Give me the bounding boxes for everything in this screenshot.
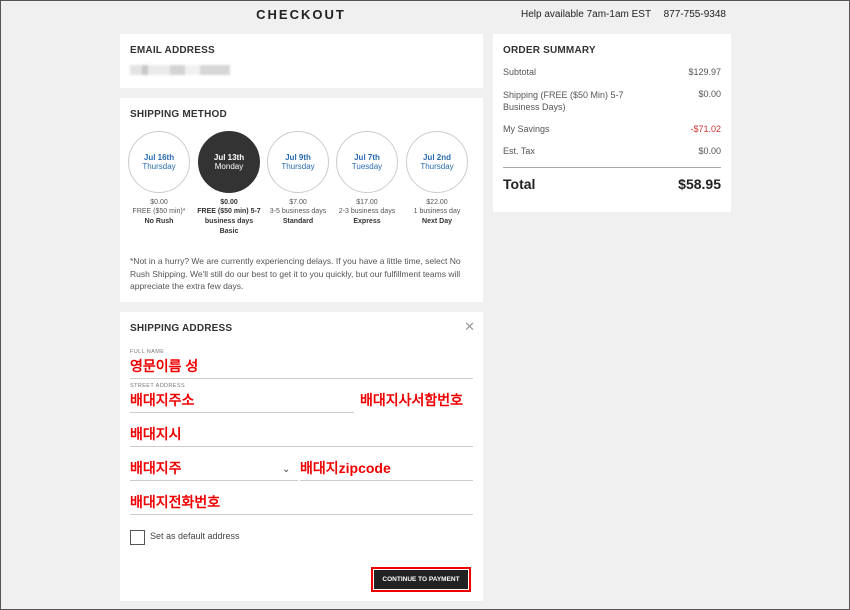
option-date: Jul 2nd bbox=[422, 153, 451, 162]
phone-value: 배대지전화번호 bbox=[130, 494, 221, 510]
shipping-row: Shipping (FREE ($50 Min) 5-7 Business Da… bbox=[503, 89, 721, 113]
option-name: Standard bbox=[282, 218, 314, 225]
default-address-checkbox[interactable] bbox=[130, 530, 145, 545]
option-desc: 3-5 business days bbox=[269, 208, 327, 215]
shipping-value: $0.00 bbox=[698, 89, 721, 99]
option-desc: 1 business day bbox=[413, 208, 461, 215]
shipping-option-circle[interactable]: Jul 2nd Thursday bbox=[406, 131, 468, 193]
shipping-note: *Not in a hurry? We are currently experi… bbox=[130, 256, 461, 291]
chevron-down-icon[interactable]: ⌄ bbox=[282, 464, 290, 475]
zip-field[interactable]: 배대지zipcode bbox=[300, 459, 473, 481]
option-name: Basic bbox=[219, 228, 239, 235]
tax-row: Est. Tax $0.00 bbox=[503, 146, 721, 156]
order-summary-section: ORDER SUMMARY Subtotal $129.97 Shipping … bbox=[493, 34, 731, 212]
close-icon[interactable]: ✕ bbox=[464, 319, 475, 335]
savings-row: My Savings -$71.02 bbox=[503, 124, 721, 134]
savings-label: My Savings bbox=[503, 124, 550, 134]
shipping-option-circle[interactable]: Jul 13th Monday bbox=[198, 131, 260, 193]
continue-button-highlight: CONTINUE TO PAYMENT bbox=[371, 567, 471, 592]
savings-value: -$71.02 bbox=[690, 124, 721, 134]
full-name-field[interactable]: 영문이름 성 bbox=[130, 357, 473, 379]
option-price: $17.00 bbox=[356, 199, 378, 206]
option-desc: 2-3 business days bbox=[338, 208, 396, 215]
shipping-method-section: SHIPPING METHOD Jul 16th Thursday $0.00 … bbox=[120, 98, 483, 302]
option-date: Jul 16th bbox=[143, 153, 175, 162]
shipping-options: Jul 16th Thursday $0.00 FREE ($50 min)* … bbox=[126, 131, 476, 241]
shipping-address-title: SHIPPING ADDRESS bbox=[130, 323, 233, 334]
shipping-option-next-day[interactable]: Jul 2nd Thursday $22.00 1 business day N… bbox=[404, 131, 470, 227]
help-phone[interactable]: 877-755-9348 bbox=[664, 9, 726, 20]
option-day: Thursday bbox=[142, 162, 176, 171]
option-date: Jul 9th bbox=[285, 153, 311, 162]
total-value: $58.95 bbox=[678, 176, 721, 192]
option-day: Tuesday bbox=[351, 162, 383, 171]
shipping-option-circle[interactable]: Jul 9th Thursday bbox=[267, 131, 329, 193]
shipping-method-title: SHIPPING METHOD bbox=[130, 109, 227, 120]
option-date: Jul 7th bbox=[354, 153, 380, 162]
option-price: $7.00 bbox=[289, 199, 307, 206]
option-price: $0.00 bbox=[150, 199, 168, 206]
full-name-label: FULL NAME bbox=[130, 349, 165, 355]
option-name: Express bbox=[353, 218, 381, 225]
option-name: No Rush bbox=[144, 218, 174, 225]
street-address-label: STREET ADDRESS bbox=[130, 383, 186, 389]
shipping-option-circle[interactable]: Jul 7th Tuesday bbox=[336, 131, 398, 193]
option-desc: FREE ($50 min) 5-7 business days bbox=[197, 208, 261, 225]
tax-label: Est. Tax bbox=[503, 146, 535, 156]
option-name: Next Day bbox=[422, 218, 452, 225]
state-value: 배대지주 bbox=[130, 460, 182, 476]
continue-to-payment-button[interactable]: CONTINUE TO PAYMENT bbox=[374, 570, 468, 589]
subtotal-row: Subtotal $129.97 bbox=[503, 67, 721, 77]
suite-field[interactable]: 배대지사서함번호 bbox=[360, 391, 473, 413]
state-select[interactable]: 배대지주 bbox=[130, 459, 298, 481]
page-title: CHECKOUT bbox=[256, 7, 346, 22]
option-price: $22.00 bbox=[426, 199, 448, 206]
email-section: EMAIL ADDRESS bbox=[120, 34, 483, 88]
email-title: EMAIL ADDRESS bbox=[130, 45, 215, 56]
shipping-option-basic[interactable]: Jul 13th Monday $0.00 FREE ($50 min) 5-7… bbox=[196, 131, 262, 237]
tax-value: $0.00 bbox=[698, 146, 721, 156]
email-value-redacted bbox=[130, 65, 230, 75]
total-row: Total $58.95 bbox=[503, 176, 721, 192]
zip-value: 배대지zipcode bbox=[300, 460, 391, 476]
shipping-label: Shipping (FREE ($50 Min) 5-7 Business Da… bbox=[503, 90, 624, 112]
default-address-label: Set as default address bbox=[150, 531, 240, 541]
summary-divider bbox=[503, 167, 721, 168]
help-text: Help available 7am-1am EST 877-755-9348 bbox=[521, 9, 726, 20]
option-price: $0.00 bbox=[220, 199, 238, 206]
total-label: Total bbox=[503, 176, 536, 192]
option-day: Monday bbox=[214, 162, 244, 171]
shipping-option-circle[interactable]: Jul 16th Thursday bbox=[128, 131, 190, 193]
shipping-address-section: SHIPPING ADDRESS ✕ FULL NAME 영문이름 성 STRE… bbox=[120, 312, 483, 601]
option-date: Jul 13th bbox=[213, 153, 245, 162]
option-desc: FREE ($50 min)* bbox=[132, 208, 186, 215]
street-address-field[interactable]: 배대지주소 bbox=[130, 391, 354, 413]
city-field[interactable]: 배대지시 bbox=[130, 425, 473, 447]
order-summary-title: ORDER SUMMARY bbox=[503, 45, 596, 56]
option-day: Thursday bbox=[420, 162, 454, 171]
phone-field[interactable]: 배대지전화번호 bbox=[130, 493, 473, 515]
suite-value: 배대지사서함번호 bbox=[360, 392, 464, 408]
full-name-value: 영문이름 성 bbox=[130, 358, 199, 374]
subtotal-value: $129.97 bbox=[688, 67, 721, 77]
shipping-option-no-rush[interactable]: Jul 16th Thursday $0.00 FREE ($50 min)* … bbox=[126, 131, 192, 227]
help-hours: Help available 7am-1am EST bbox=[521, 9, 651, 20]
shipping-option-standard[interactable]: Jul 9th Thursday $7.00 3-5 business days… bbox=[265, 131, 331, 227]
street-address-value: 배대지주소 bbox=[130, 392, 195, 408]
city-value: 배대지시 bbox=[130, 426, 182, 442]
shipping-option-express[interactable]: Jul 7th Tuesday $17.00 2-3 business days… bbox=[334, 131, 400, 227]
option-day: Thursday bbox=[281, 162, 315, 171]
subtotal-label: Subtotal bbox=[503, 67, 537, 77]
